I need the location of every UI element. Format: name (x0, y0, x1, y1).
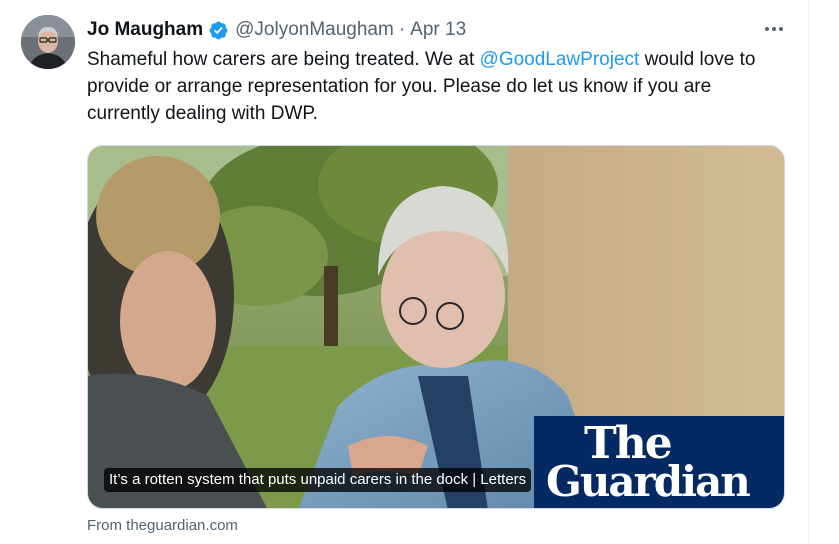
avatar-image (21, 15, 75, 69)
author-handle[interactable]: @JolyonMaugham (235, 19, 394, 41)
separator-dot: · (398, 19, 406, 40)
column-divider (808, 0, 809, 544)
tweet-text-start: Shameful how carers are being treated. W… (87, 49, 480, 70)
link-card[interactable]: The Guardian It’s a rotten system that p… (87, 145, 785, 509)
tweet-text: Shameful how carers are being treated. W… (87, 46, 787, 127)
card-source[interactable]: From theguardian.com (87, 517, 238, 534)
verified-badge-icon (208, 20, 229, 41)
guardian-logo-name: Guardian (546, 457, 751, 506)
guardian-logo: The Guardian (534, 416, 784, 508)
author-name[interactable]: Jo Maugham (87, 19, 203, 41)
more-options-icon[interactable] (760, 17, 788, 41)
card-caption: It’s a rotten system that puts unpaid ca… (104, 468, 532, 492)
avatar[interactable] (21, 15, 75, 69)
tweet-header: Jo Maugham @JolyonMaugham · Apr 13 (87, 16, 466, 44)
tweet-date[interactable]: Apr 13 (410, 19, 466, 41)
mention-link[interactable]: @GoodLawProject (480, 49, 640, 70)
